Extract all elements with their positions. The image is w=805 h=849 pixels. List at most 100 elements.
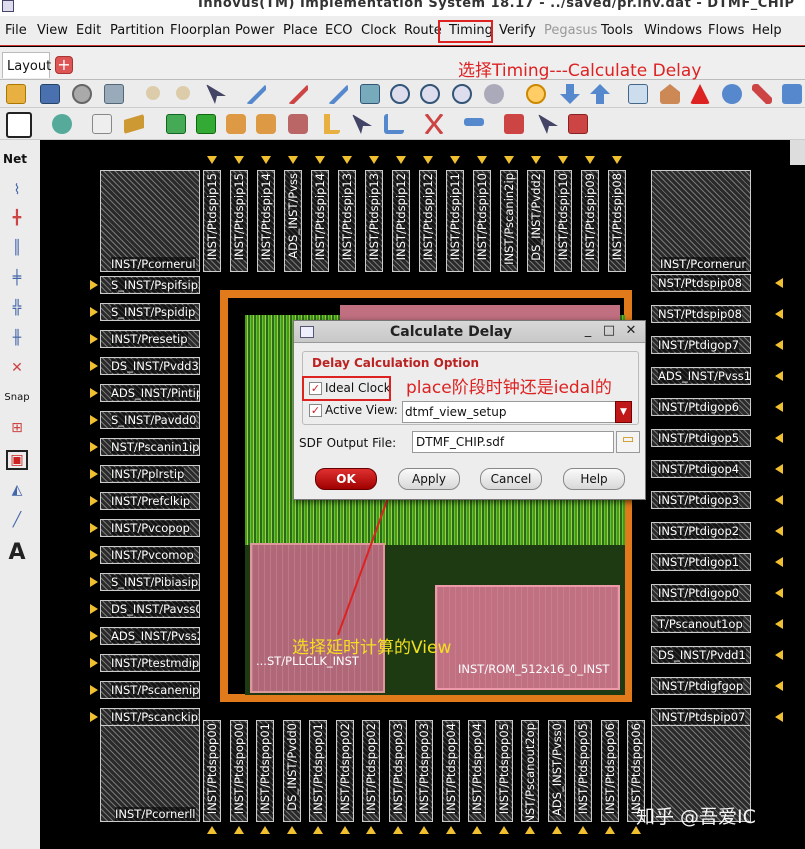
io-pad-top[interactable]: INST/Ptdspip15: [230, 170, 248, 272]
io-pad-left[interactable]: NST/Pscanin1ip: [100, 438, 200, 456]
io-pad-bottom[interactable]: INST/Ptdspop01: [256, 720, 274, 822]
io-pad-bottom[interactable]: INST/Ptdspop00: [203, 720, 221, 822]
clear-icon[interactable]: [752, 84, 772, 104]
layout-view-icon[interactable]: [628, 84, 648, 104]
io-pad-left[interactable]: DS_INST/Pvdd3: [100, 357, 200, 375]
active-view-checkbox[interactable]: ✓: [309, 404, 322, 417]
help-button[interactable]: Help: [563, 468, 625, 490]
ok-button[interactable]: OK: [315, 468, 377, 490]
io-pad-bottom[interactable]: DS_INST/Pvdd0: [282, 720, 301, 822]
zoom-out-icon[interactable]: [420, 84, 440, 104]
zoom-in-icon[interactable]: [390, 84, 410, 104]
io-pad-bottom[interactable]: ADS_INST/Pvss0: [547, 720, 566, 822]
io-pad-top[interactable]: INST/Ptdspip12: [419, 170, 437, 272]
io-pad-right[interactable]: T/Pscanout1op: [651, 615, 751, 633]
io-pad-top[interactable]: INST/Ptdspip08: [608, 170, 626, 272]
snap-angle-icon[interactable]: ◭: [6, 482, 28, 502]
menu-tools[interactable]: Tools: [601, 23, 633, 38]
io-pad-top[interactable]: INST/Ptdspip10: [554, 170, 572, 272]
close-button[interactable]: ✕: [624, 323, 638, 338]
menu-verify[interactable]: Verify: [499, 23, 536, 38]
menu-view[interactable]: View: [37, 23, 68, 38]
split-tool-icon[interactable]: ╬: [6, 300, 28, 320]
io-pad-bottom[interactable]: INST/Ptdspop02: [335, 720, 354, 822]
save-icon[interactable]: [40, 84, 60, 104]
select-arrow-icon[interactable]: [206, 84, 226, 104]
menu-route[interactable]: Route: [404, 23, 442, 38]
browse-folder-icon[interactable]: ▭: [616, 431, 640, 453]
io-pad-bottom[interactable]: INST/Ptdspop06: [600, 720, 619, 822]
highlight-icon[interactable]: [568, 114, 588, 134]
io-pad-top[interactable]: INST/Ptdspip13: [365, 170, 383, 272]
cells-edit-icon[interactable]: [256, 114, 276, 134]
active-view-select[interactable]: dtmf_view_setup ▼: [402, 401, 632, 423]
pointer-icon[interactable]: [352, 114, 372, 134]
io-pad-bottom[interactable]: INST/Ptdspop03: [388, 720, 407, 822]
io-pad-left[interactable]: DS_INST/Pavss0: [100, 600, 200, 618]
io-pad-top[interactable]: INST/Ptdspip14: [311, 170, 329, 272]
undo-icon[interactable]: [146, 86, 160, 100]
menu-partition[interactable]: Partition: [110, 23, 164, 38]
io-pad-top[interactable]: INST/Ptdspip11: [446, 170, 464, 272]
menu-eco[interactable]: ECO: [325, 23, 353, 38]
snowflake-icon[interactable]: [52, 114, 72, 134]
io-pad-top[interactable]: INST/Pscanin2ip: [500, 170, 518, 272]
cells-delete-icon[interactable]: [288, 114, 308, 134]
download-icon[interactable]: [560, 84, 580, 104]
line-tool-icon[interactable]: ╱: [6, 512, 28, 532]
hierarchy-icon[interactable]: [660, 84, 680, 104]
menu-power[interactable]: Power: [235, 23, 274, 38]
io-pad-right[interactable]: INST/Ptdigop5: [651, 429, 751, 447]
dialog-title-bar[interactable]: Calculate Delay _ □ ✕: [294, 321, 645, 343]
io-pad-left[interactable]: S_INST/Pspidip: [100, 303, 200, 321]
io-pad-left[interactable]: S_INST/Pibiasip: [100, 573, 200, 591]
stretch-icon[interactable]: [464, 118, 484, 126]
ruler-icon[interactable]: [124, 114, 144, 134]
io-pad-bottom[interactable]: INST/Pscanout2op: [521, 720, 539, 822]
io-pad-top[interactable]: INST/Ptdspip15: [203, 170, 221, 272]
select-net-icon[interactable]: [538, 114, 558, 134]
io-pad-left[interactable]: ADS_INST/Pvss2: [100, 627, 200, 645]
io-pad-right[interactable]: NST/Ptdspip08: [651, 305, 751, 323]
io-pad-right[interactable]: INST/Ptdigfgop: [651, 677, 751, 695]
io-pad-bottom[interactable]: INST/Ptdspop05: [494, 720, 513, 822]
menu-flows[interactable]: Flows: [708, 23, 744, 38]
io-pad-top[interactable]: ADS_INST/Pvss: [284, 170, 302, 272]
hbar-tool-icon[interactable]: ╪: [6, 270, 28, 290]
route-icon[interactable]: [324, 114, 340, 134]
open-folder-icon[interactable]: [6, 84, 26, 104]
snap-box-icon[interactable]: ▣: [6, 450, 28, 470]
io-pad-top[interactable]: DS_INST/Pvdd2: [527, 170, 545, 272]
select-mode-icon[interactable]: [6, 112, 32, 138]
io-pad-right[interactable]: DS_INST/Pvdd1: [651, 646, 751, 664]
dropdown-arrow-icon[interactable]: ▼: [615, 401, 632, 423]
io-pad-right[interactable]: ADS_INST/Pvss1: [651, 367, 751, 385]
io-pad-left[interactable]: INST/Pvcopop: [100, 519, 200, 537]
io-pad-top[interactable]: INST/Ptdspip12: [392, 170, 410, 272]
menu-help[interactable]: Help: [752, 23, 782, 38]
upload-icon[interactable]: [590, 84, 610, 104]
io-pad-bottom[interactable]: INST/Ptdspop00: [229, 720, 248, 822]
info-icon[interactable]: [722, 84, 742, 104]
io-pad-right[interactable]: NST/Ptdspip08: [651, 274, 751, 292]
menu-file[interactable]: File: [5, 23, 27, 38]
maximize-button[interactable]: □: [602, 323, 616, 338]
text-tool-icon[interactable]: A: [6, 540, 28, 565]
settings-icon[interactable]: [782, 84, 802, 104]
place-icon[interactable]: [196, 114, 216, 134]
edit-net-icon[interactable]: [328, 84, 348, 104]
io-pad-right[interactable]: INST/Ptdspip07: [651, 708, 751, 726]
apply-button[interactable]: Apply: [398, 468, 460, 490]
io-pad-left[interactable]: INST/Pplrstip: [100, 465, 200, 483]
io-pad-top[interactable]: INST/Ptdspip09: [581, 170, 599, 272]
zoom-area-icon[interactable]: [452, 84, 472, 104]
io-pad-bottom[interactable]: INST/Ptdspop04: [468, 720, 486, 822]
cells-icon[interactable]: [226, 114, 246, 134]
io-pad-left[interactable]: S_INST/Pavdd0: [100, 411, 200, 429]
io-pad-right[interactable]: INST/Ptdigop0: [651, 584, 751, 602]
io-pad-bottom[interactable]: INST/Ptdspop03: [415, 720, 433, 822]
io-pad-bottom[interactable]: INST/Ptdspop01: [309, 720, 327, 822]
scissors-icon[interactable]: [424, 114, 444, 134]
net-tool-icon[interactable]: ⌇: [6, 182, 28, 202]
pll-macro[interactable]: [250, 543, 385, 693]
